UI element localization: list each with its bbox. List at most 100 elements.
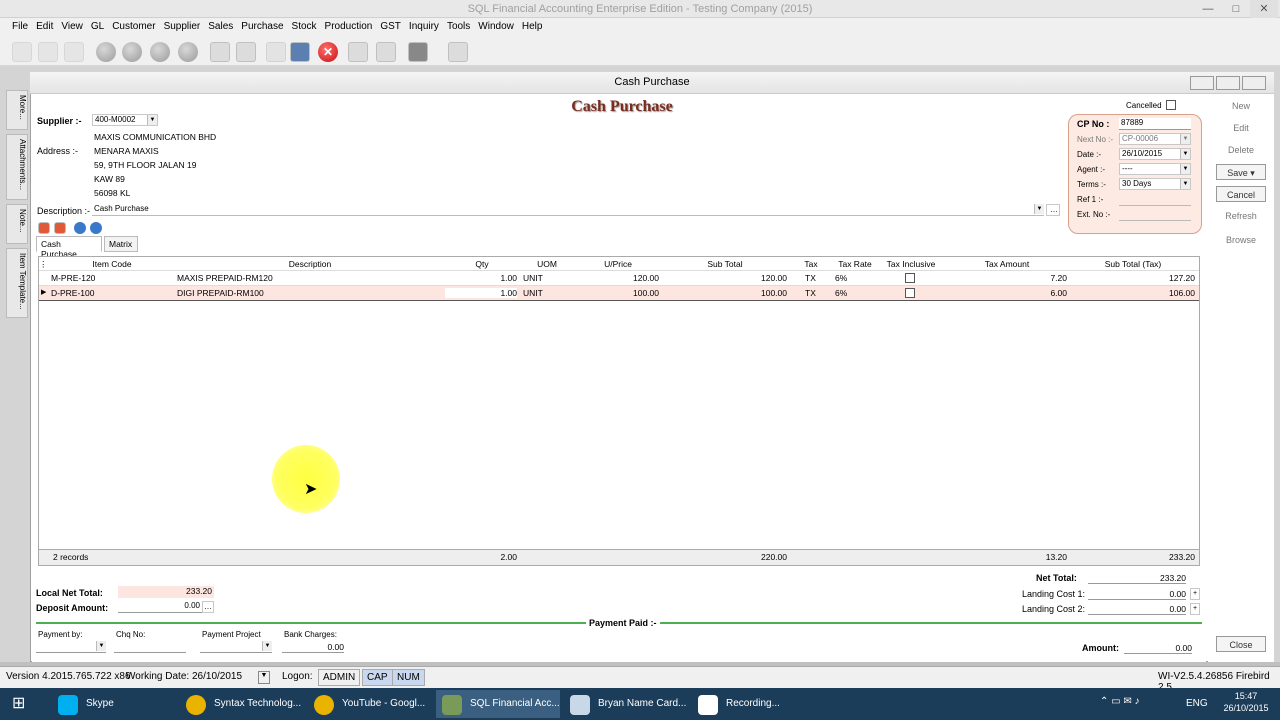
- child-minimize-button[interactable]: [1190, 76, 1214, 90]
- next-no-field[interactable]: CP-00006 ▼: [1119, 133, 1191, 145]
- deposit-more-button[interactable]: …: [202, 601, 214, 613]
- taskbar-item-sql-financial[interactable]: SQL Financial Acc...: [436, 690, 560, 718]
- cancel-button[interactable]: Cancel: [1216, 186, 1266, 202]
- remove-row-icon[interactable]: [54, 222, 66, 234]
- agent-field[interactable]: ---- ▼: [1119, 163, 1191, 175]
- cell-description[interactable]: DIGI PREPAID-RM100: [177, 288, 264, 298]
- landing-cost-1-value[interactable]: 0.00: [1088, 589, 1186, 600]
- add-row-icon[interactable]: [38, 222, 50, 234]
- payment-project-field[interactable]: ▼: [200, 641, 272, 653]
- cell-tax-rate[interactable]: 6%: [835, 273, 847, 283]
- paste-icon[interactable]: [64, 42, 84, 62]
- col-subtotal[interactable]: Sub Total: [661, 259, 789, 269]
- menu-supplier[interactable]: Supplier: [160, 18, 205, 35]
- cell-tax[interactable]: TX: [805, 288, 816, 298]
- terms-field[interactable]: 30 Days ▼: [1119, 178, 1191, 190]
- menu-help[interactable]: Help: [518, 18, 547, 35]
- cell-tax-amount[interactable]: 6.00: [945, 288, 1067, 298]
- ref1-field[interactable]: [1119, 194, 1191, 206]
- move-down-icon[interactable]: [90, 222, 102, 234]
- close-window-button[interactable]: ✕: [1250, 0, 1278, 18]
- cell-subtotal[interactable]: 100.00: [661, 288, 787, 298]
- preview-icon[interactable]: [448, 42, 468, 62]
- cell-uom[interactable]: UNIT: [523, 273, 543, 283]
- copy-icon[interactable]: [38, 42, 58, 62]
- menu-gst[interactable]: GST: [376, 18, 405, 35]
- side-tab-more[interactable]: More...: [6, 90, 28, 130]
- side-tab-attachments[interactable]: Attachments...: [6, 134, 28, 200]
- cell-tax-rate[interactable]: 6%: [835, 288, 847, 298]
- new-button[interactable]: New: [1216, 98, 1266, 114]
- amount-value[interactable]: 0.00: [1124, 643, 1192, 654]
- cell-subtotal[interactable]: 120.00: [661, 273, 787, 283]
- table-row[interactable]: ▶ D-PRE-100 DIGI PREPAID-RM100 1.00 UNIT…: [39, 286, 1199, 301]
- col-qty[interactable]: Qty: [445, 259, 519, 269]
- description-field[interactable]: Cash Purchase ▼: [92, 204, 1044, 216]
- cell-item-code[interactable]: D-PRE-100: [51, 288, 94, 298]
- child-restore-button[interactable]: [1216, 76, 1240, 90]
- more-options-button[interactable]: …: [1046, 204, 1060, 216]
- new-doc-icon[interactable]: [210, 42, 230, 62]
- menu-tools[interactable]: Tools: [443, 18, 474, 35]
- col-description[interactable]: Description: [175, 259, 445, 269]
- chevron-down-icon[interactable]: ▼: [1180, 179, 1190, 189]
- deposit-amount-field[interactable]: 0.00: [118, 601, 202, 613]
- supplier-code-field[interactable]: 400-M0002 ▼: [92, 114, 158, 126]
- taskbar-item-skype[interactable]: Skype: [52, 690, 176, 718]
- menu-file[interactable]: File: [8, 18, 32, 35]
- col-tax-amount[interactable]: Tax Amount: [945, 259, 1069, 269]
- refresh-button[interactable]: Refresh: [1216, 208, 1266, 224]
- col-tax-rate[interactable]: Tax Rate: [833, 259, 877, 269]
- cell-uprice[interactable]: 120.00: [575, 273, 659, 283]
- chevron-down-icon[interactable]: ▼: [1034, 204, 1044, 214]
- maximize-button[interactable]: □: [1222, 0, 1250, 18]
- chevron-down-icon[interactable]: ▼: [96, 641, 106, 651]
- tax-inclusive-checkbox[interactable]: [905, 288, 915, 298]
- chevron-down-icon[interactable]: ▼: [262, 641, 272, 651]
- taskbar-item-name-card[interactable]: Bryan Name Card...: [564, 690, 688, 718]
- delete-doc-icon[interactable]: [266, 42, 286, 62]
- tray-icons[interactable]: ⌃ ▭ ✉ ♪: [1100, 696, 1140, 707]
- cell-subtotal-tax[interactable]: 106.00: [1069, 288, 1195, 298]
- close-button[interactable]: Close: [1216, 636, 1266, 652]
- taskbar-item-chrome-2[interactable]: YouTube - Googl...: [308, 690, 432, 718]
- clock-time[interactable]: 15:47: [1218, 691, 1274, 701]
- chevron-down-icon[interactable]: ▼: [147, 115, 157, 125]
- chevron-down-icon[interactable]: ▼: [1180, 164, 1190, 174]
- landing-cost-1-add-icon[interactable]: +: [1190, 588, 1200, 600]
- cell-tax-amount[interactable]: 7.20: [945, 273, 1067, 283]
- menu-production[interactable]: Production: [321, 18, 377, 35]
- menu-sales[interactable]: Sales: [204, 18, 237, 35]
- first-record-icon[interactable]: [96, 42, 116, 62]
- prev-record-icon[interactable]: [122, 42, 142, 62]
- chevron-down-icon[interactable]: ▼: [1180, 149, 1190, 159]
- minimize-button[interactable]: —: [1194, 0, 1222, 18]
- table-row[interactable]: M-PRE-120 MAXIS PREPAID-RM120 1.00 UNIT …: [39, 271, 1199, 286]
- payment-by-field[interactable]: ▼: [36, 641, 106, 653]
- grid-menu-icon[interactable]: ⋮: [39, 259, 48, 270]
- print-icon[interactable]: [408, 42, 428, 62]
- menu-edit[interactable]: Edit: [32, 18, 57, 35]
- cell-qty[interactable]: 1.00: [445, 288, 517, 298]
- side-tab-item-template[interactable]: Item Template...: [6, 248, 28, 318]
- clock-date[interactable]: 26/10/2015: [1218, 703, 1274, 713]
- cell-subtotal-tax[interactable]: 127.20: [1069, 273, 1195, 283]
- cp-no-field[interactable]: 87889: [1119, 118, 1191, 130]
- language-indicator[interactable]: ENG: [1186, 698, 1208, 709]
- chevron-down-icon[interactable]: ▼: [1180, 134, 1190, 144]
- menu-inquiry[interactable]: Inquiry: [405, 18, 443, 35]
- save-icon[interactable]: [290, 42, 310, 62]
- menu-stock[interactable]: Stock: [288, 18, 321, 35]
- date-field[interactable]: 26/10/2015 ▼: [1119, 148, 1191, 160]
- last-record-icon[interactable]: [178, 42, 198, 62]
- menu-purchase[interactable]: Purchase: [237, 18, 287, 35]
- col-item-code[interactable]: Item Code: [49, 259, 175, 269]
- windows-start-icon[interactable]: ⊞: [12, 695, 30, 713]
- col-tax[interactable]: Tax: [789, 259, 833, 269]
- cell-description[interactable]: MAXIS PREPAID-RM120: [177, 273, 273, 283]
- delete-button[interactable]: Delete: [1216, 142, 1266, 158]
- save-button[interactable]: Save ▾: [1216, 164, 1266, 180]
- find-icon[interactable]: [348, 42, 368, 62]
- taskbar-item-chrome-1[interactable]: Syntax Technolog...: [180, 690, 304, 718]
- cell-tax[interactable]: TX: [805, 273, 816, 283]
